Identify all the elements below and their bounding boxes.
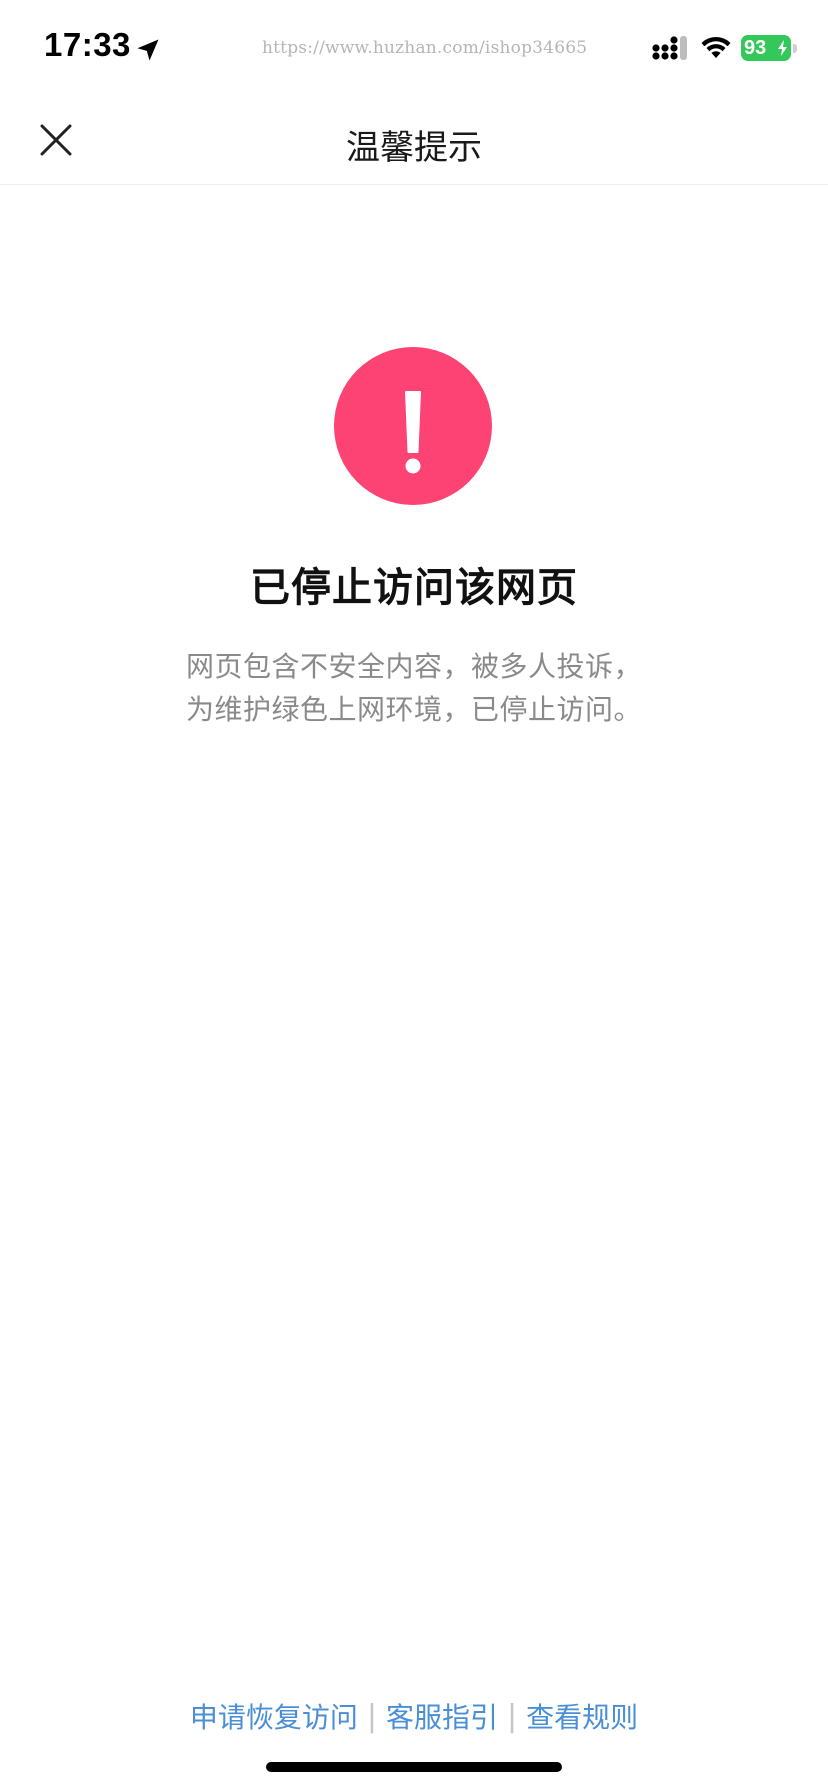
view-rules-link[interactable]: 查看规则 [526, 1696, 638, 1736]
description-line: 网页包含不安全内容，被多人投诉， [185, 650, 642, 683]
exclamation-circle-icon [334, 347, 492, 505]
footer-links: 申请恢复访问 | 客服指引 | 查看规则 [0, 1696, 828, 1736]
customer-service-link[interactable]: 客服指引 [386, 1696, 498, 1736]
url-watermark: https://www.huzhan.com/ishop34665 [262, 38, 588, 58]
request-restore-link[interactable]: 申请恢复访问 [190, 1696, 358, 1736]
status-time: 17:33 [44, 26, 131, 63]
description-line: 为维护绿色上网环境，已停止访问。 [185, 693, 642, 726]
status-bar: 17:33 https://www.huzhan.com/ishop34665 … [0, 0, 828, 96]
page-title: 温馨提示 [346, 128, 482, 168]
wifi-icon [701, 36, 731, 58]
nav-bar: 温馨提示 [0, 96, 828, 185]
home-indicator [266, 1762, 562, 1772]
footer-separator: | [507, 1698, 518, 1734]
battery-tip [793, 44, 797, 53]
signal-icon [652, 36, 687, 60]
battery-indicator: 93 [741, 35, 791, 61]
exclamation-mark-icon [405, 391, 421, 474]
footer-separator: | [366, 1698, 377, 1734]
battery-level: 93 [744, 37, 767, 59]
battery-charging-icon [778, 40, 787, 56]
location-arrow-icon [137, 39, 159, 61]
blocked-heading: 已停止访问该网页 [250, 565, 578, 611]
